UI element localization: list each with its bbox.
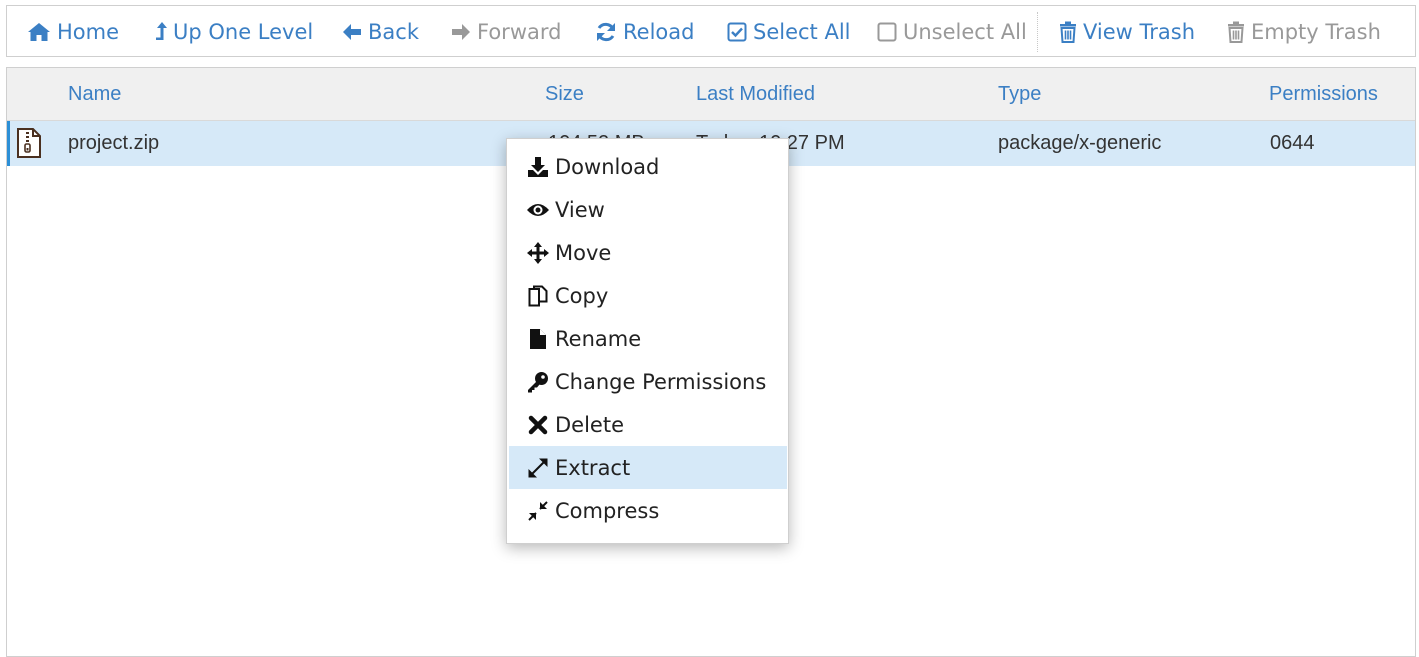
trash-icon bbox=[1227, 21, 1245, 43]
table-header: Name Size Last Modified Type Permissions bbox=[7, 68, 1415, 121]
refresh-icon bbox=[595, 21, 617, 43]
toolbar-divider bbox=[1037, 12, 1038, 52]
column-header-permissions[interactable]: Permissions bbox=[1269, 68, 1378, 120]
menu-item-label: Copy bbox=[555, 283, 609, 308]
back-button[interactable]: Back bbox=[342, 6, 419, 58]
copy-icon bbox=[526, 284, 550, 308]
menu-item-delete[interactable]: Delete bbox=[509, 403, 787, 446]
forward-label: Forward bbox=[477, 20, 562, 44]
trash-icon bbox=[1059, 21, 1077, 43]
expand-icon bbox=[526, 456, 550, 480]
reload-button[interactable]: Reload bbox=[595, 6, 694, 58]
column-header-type[interactable]: Type bbox=[998, 68, 1041, 120]
arrow-right-icon bbox=[451, 23, 471, 41]
checkbox-empty-icon bbox=[877, 22, 897, 42]
toolbar: Home Up One Level Back Forward Reload Se… bbox=[6, 5, 1416, 57]
arrow-left-icon bbox=[342, 23, 362, 41]
menu-item-copy[interactable]: Copy bbox=[509, 274, 787, 317]
back-label: Back bbox=[368, 20, 419, 44]
move-arrows-icon bbox=[526, 241, 550, 265]
column-header-name[interactable]: Name bbox=[68, 68, 121, 120]
unselect-all-button[interactable]: Unselect All bbox=[877, 6, 1027, 58]
home-label: Home bbox=[57, 20, 120, 44]
menu-item-label: Change Permissions bbox=[555, 369, 767, 394]
empty-trash-button[interactable]: Empty Trash bbox=[1227, 6, 1381, 58]
menu-item-compress[interactable]: Compress bbox=[509, 489, 787, 532]
home-icon bbox=[27, 21, 51, 43]
select-all-label: Select All bbox=[753, 20, 851, 44]
menu-item-label: Delete bbox=[555, 412, 624, 437]
menu-item-rename[interactable]: Rename bbox=[509, 317, 787, 360]
home-button[interactable]: Home bbox=[27, 6, 119, 58]
download-icon bbox=[526, 155, 550, 179]
x-icon bbox=[526, 413, 550, 437]
level-up-icon bbox=[153, 21, 167, 43]
column-header-last-modified[interactable]: Last Modified bbox=[696, 68, 815, 120]
column-header-size[interactable]: Size bbox=[545, 68, 584, 120]
menu-item-label: Rename bbox=[555, 326, 642, 351]
zip-file-icon bbox=[16, 128, 42, 162]
menu-item-change-permissions[interactable]: Change Permissions bbox=[509, 360, 787, 403]
view-trash-label: View Trash bbox=[1083, 20, 1196, 44]
menu-item-download[interactable]: Download bbox=[509, 145, 787, 188]
file-type: package/x-generic bbox=[998, 132, 1162, 154]
menu-item-label: View bbox=[555, 197, 605, 222]
reload-label: Reload bbox=[623, 20, 695, 44]
forward-button[interactable]: Forward bbox=[451, 6, 561, 58]
up-one-level-label: Up One Level bbox=[173, 20, 314, 44]
menu-item-view[interactable]: View bbox=[509, 188, 787, 231]
context-menu: Download View Move Copy Rename Change Pe… bbox=[506, 138, 789, 544]
menu-item-move[interactable]: Move bbox=[509, 231, 787, 274]
key-icon bbox=[526, 370, 550, 394]
view-trash-button[interactable]: View Trash bbox=[1059, 6, 1195, 58]
select-all-button[interactable]: Select All bbox=[727, 6, 851, 58]
eye-icon bbox=[526, 198, 550, 222]
file-icon bbox=[526, 327, 550, 351]
up-one-level-button[interactable]: Up One Level bbox=[153, 6, 313, 58]
empty-trash-label: Empty Trash bbox=[1251, 20, 1381, 44]
menu-item-label: Compress bbox=[555, 498, 660, 523]
menu-item-label: Move bbox=[555, 240, 612, 265]
checkbox-checked-icon bbox=[727, 22, 747, 42]
menu-item-extract[interactable]: Extract bbox=[509, 446, 787, 489]
file-permissions: 0644 bbox=[1270, 132, 1315, 154]
unselect-all-label: Unselect All bbox=[903, 20, 1027, 44]
menu-item-label: Extract bbox=[555, 455, 631, 480]
compress-icon bbox=[526, 499, 550, 523]
file-name[interactable]: project.zip bbox=[68, 121, 159, 166]
menu-item-label: Download bbox=[555, 154, 660, 179]
